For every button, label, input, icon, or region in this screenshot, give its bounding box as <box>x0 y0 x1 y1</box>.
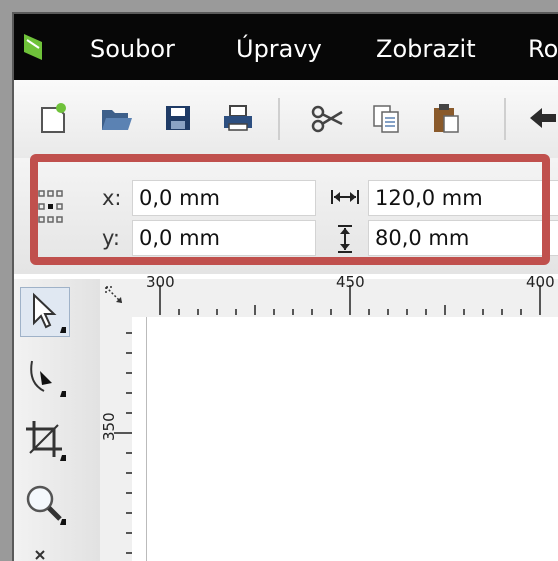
app-logo-icon <box>24 34 42 60</box>
app-window: Soubor Úpravy Zobrazit Ro x: 0,0 mm y: 0… <box>12 12 558 561</box>
drawing-canvas[interactable] <box>132 317 558 561</box>
menu-item-soubor[interactable]: Soubor <box>90 34 175 64</box>
ruler-tick-label: 400 <box>526 273 555 291</box>
undo-icon[interactable] <box>526 100 558 136</box>
ruler-origin-icon <box>105 286 123 304</box>
menu-item-partial[interactable]: Ro <box>528 34 558 64</box>
toolbar-separator <box>278 98 280 140</box>
menu-bar: Soubor Úpravy Zobrazit Ro <box>14 14 558 80</box>
save-icon[interactable] <box>160 100 196 136</box>
ruler-tick-label: 350 <box>100 412 118 441</box>
crop-tool-icon[interactable] <box>22 417 68 463</box>
vertical-ruler[interactable]: 350 <box>100 317 133 561</box>
horizontal-ruler[interactable]: 300 450 400 <box>132 273 558 318</box>
freehand-tool-icon[interactable] <box>22 537 68 561</box>
copy-icon[interactable] <box>368 100 404 136</box>
standard-toolbar <box>14 80 558 158</box>
cut-icon[interactable] <box>310 100 346 136</box>
ruler-tick-label: 300 <box>146 273 175 291</box>
print-icon[interactable] <box>220 100 256 136</box>
highlight-box <box>30 154 550 265</box>
page-border <box>146 317 147 561</box>
toolbox <box>14 279 101 561</box>
zoom-tool-icon[interactable] <box>22 481 68 527</box>
menu-item-zobrazit[interactable]: Zobrazit <box>376 34 476 64</box>
toolbar-separator <box>504 98 506 140</box>
shape-tool-icon[interactable] <box>22 353 68 399</box>
paste-icon[interactable] <box>428 100 464 136</box>
menu-item-upravy[interactable]: Úpravy <box>236 34 322 64</box>
open-folder-icon[interactable] <box>98 100 134 136</box>
ruler-tick-label: 450 <box>336 273 365 291</box>
ruler-corner[interactable] <box>100 279 132 317</box>
new-document-icon[interactable] <box>36 100 72 136</box>
pick-tool-icon[interactable] <box>22 289 68 335</box>
